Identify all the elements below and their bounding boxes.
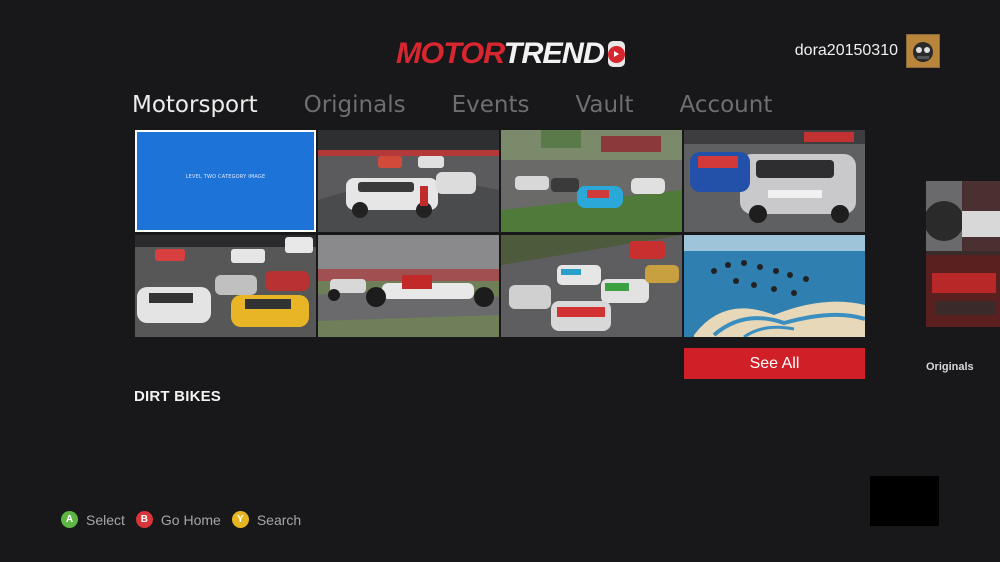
hint-search[interactable]: Y Search bbox=[231, 511, 302, 528]
category-grid: LEVEL TWO CATEGORY IMAGE bbox=[135, 130, 865, 338]
tab-vault[interactable]: Vault bbox=[575, 89, 633, 121]
category-tile-formula-race[interactable] bbox=[318, 235, 499, 337]
main-nav: Motorsport Originals Events Vault Accoun… bbox=[132, 89, 818, 121]
category-tile-touring-cars[interactable] bbox=[684, 130, 865, 232]
category-tile-selected[interactable]: LEVEL TWO CATEGORY IMAGE bbox=[135, 130, 316, 232]
tab-motorsport[interactable]: Motorsport bbox=[132, 89, 258, 121]
hint-go-home-label: Go Home bbox=[160, 511, 221, 528]
user-profile[interactable]: dora20150310 bbox=[795, 34, 940, 68]
tab-account[interactable]: Account bbox=[679, 89, 772, 121]
logo-motor-text: MOTOR bbox=[395, 37, 505, 70]
category-tile-porsche-race[interactable] bbox=[318, 130, 499, 232]
hint-go-home[interactable]: B Go Home bbox=[135, 511, 221, 528]
hint-select[interactable]: A Select bbox=[61, 511, 125, 528]
b-button-icon: B bbox=[135, 511, 153, 528]
tab-originals[interactable]: Originals bbox=[304, 89, 406, 121]
category-tile-gt-race-pack[interactable] bbox=[135, 235, 316, 337]
motortrend-logo: MOTORTREND bbox=[395, 36, 625, 72]
hint-select-label: Select bbox=[86, 511, 125, 528]
tile-caption: LEVEL TWO CATEGORY IMAGE bbox=[185, 174, 266, 180]
black-overlay-box bbox=[870, 476, 939, 526]
a-button-icon: A bbox=[61, 511, 78, 528]
see-all-button[interactable]: See All bbox=[684, 348, 865, 379]
tab-events[interactable]: Events bbox=[452, 89, 530, 121]
logo-trend-text: TREND bbox=[503, 37, 605, 70]
originals-peek-label: Originals bbox=[926, 361, 974, 373]
originals-peek-panel[interactable] bbox=[926, 181, 1000, 327]
y-button-icon: Y bbox=[231, 511, 249, 528]
category-tile-prototype-race[interactable] bbox=[501, 130, 682, 232]
play-button-icon bbox=[607, 41, 625, 67]
section-title-dirt-bikes: DIRT BIKES bbox=[134, 388, 222, 405]
category-tile-skydivers-palm-island[interactable] bbox=[684, 235, 865, 337]
hint-search-label: Search bbox=[256, 511, 302, 528]
avatar-icon[interactable] bbox=[906, 34, 940, 68]
category-tile-audi-gt-race[interactable] bbox=[501, 235, 682, 337]
username: dora20150310 bbox=[794, 42, 898, 59]
controller-hints: A Select B Go Home Y Search bbox=[61, 511, 312, 528]
